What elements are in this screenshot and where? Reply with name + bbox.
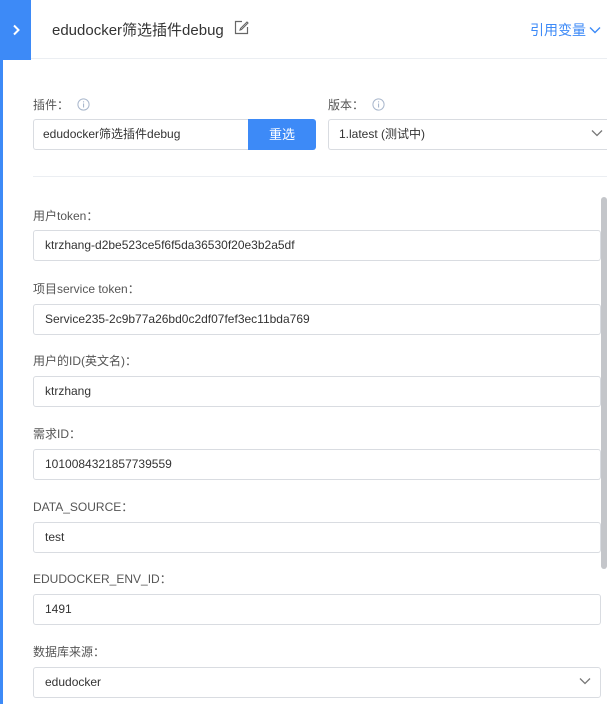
field-label-data-source: DATA_SOURCE： [33,500,134,514]
version-value: 1.latest (测试中) [339,127,426,141]
left-accent-strip [0,0,3,704]
field-label-service-token: 项目service token： [33,282,140,296]
plugin-label: 插件： [33,98,70,112]
requirement-id-field[interactable]: 1010084321857739559 [33,449,601,480]
service-token-field[interactable]: Service235-2c9b77a26bd0c2df07fef3ec11bda… [33,304,601,335]
field-label-user-id: 用户的ID(英文名)： [33,354,137,368]
edit-icon[interactable] [234,20,249,40]
db-source-select[interactable]: edudocker [33,667,601,698]
expand-panel-button[interactable] [0,0,31,60]
user-id-field[interactable]: ktrzhang [33,376,601,407]
plugin-title: edudocker筛选插件debug [52,22,224,39]
chevron-down-icon [579,678,591,685]
user-token-field[interactable]: ktrzhang-d2be523ce5f6f5da36530f20e3b2a5d… [33,230,601,261]
data-source-field[interactable]: test [33,522,601,553]
db-source-value: edudocker [45,675,102,689]
field-label-requirement-id: 需求ID： [33,427,82,441]
version-label: 版本： [328,98,365,112]
reference-variables-label: 引用变量 [530,22,586,38]
chevron-down-icon [591,130,603,137]
info-icon[interactable] [372,98,385,114]
reselect-button[interactable]: 重选 [248,119,316,150]
panel-header: edudocker筛选插件debug 引用变量 [31,0,607,59]
env-id-field[interactable]: 1491 [33,594,601,625]
reference-variables-button[interactable]: 引用变量 [530,20,601,40]
section-divider [33,176,607,177]
vertical-scrollbar[interactable] [601,197,607,569]
version-select[interactable]: 1.latest (测试中) [328,119,607,150]
chevron-down-icon [589,27,601,34]
field-label-env-id: EDUDOCKER_ENV_ID： [33,572,172,586]
field-label-db-source: 数据库来源： [33,645,106,659]
chevron-right-icon [12,24,20,36]
plugin-label-row: 插件： [33,96,90,114]
field-label-user-token: 用户token： [33,209,99,223]
version-label-row: 版本： [328,96,385,114]
plugin-input[interactable]: edudocker筛选插件debug [33,119,248,150]
info-icon[interactable] [77,98,90,114]
